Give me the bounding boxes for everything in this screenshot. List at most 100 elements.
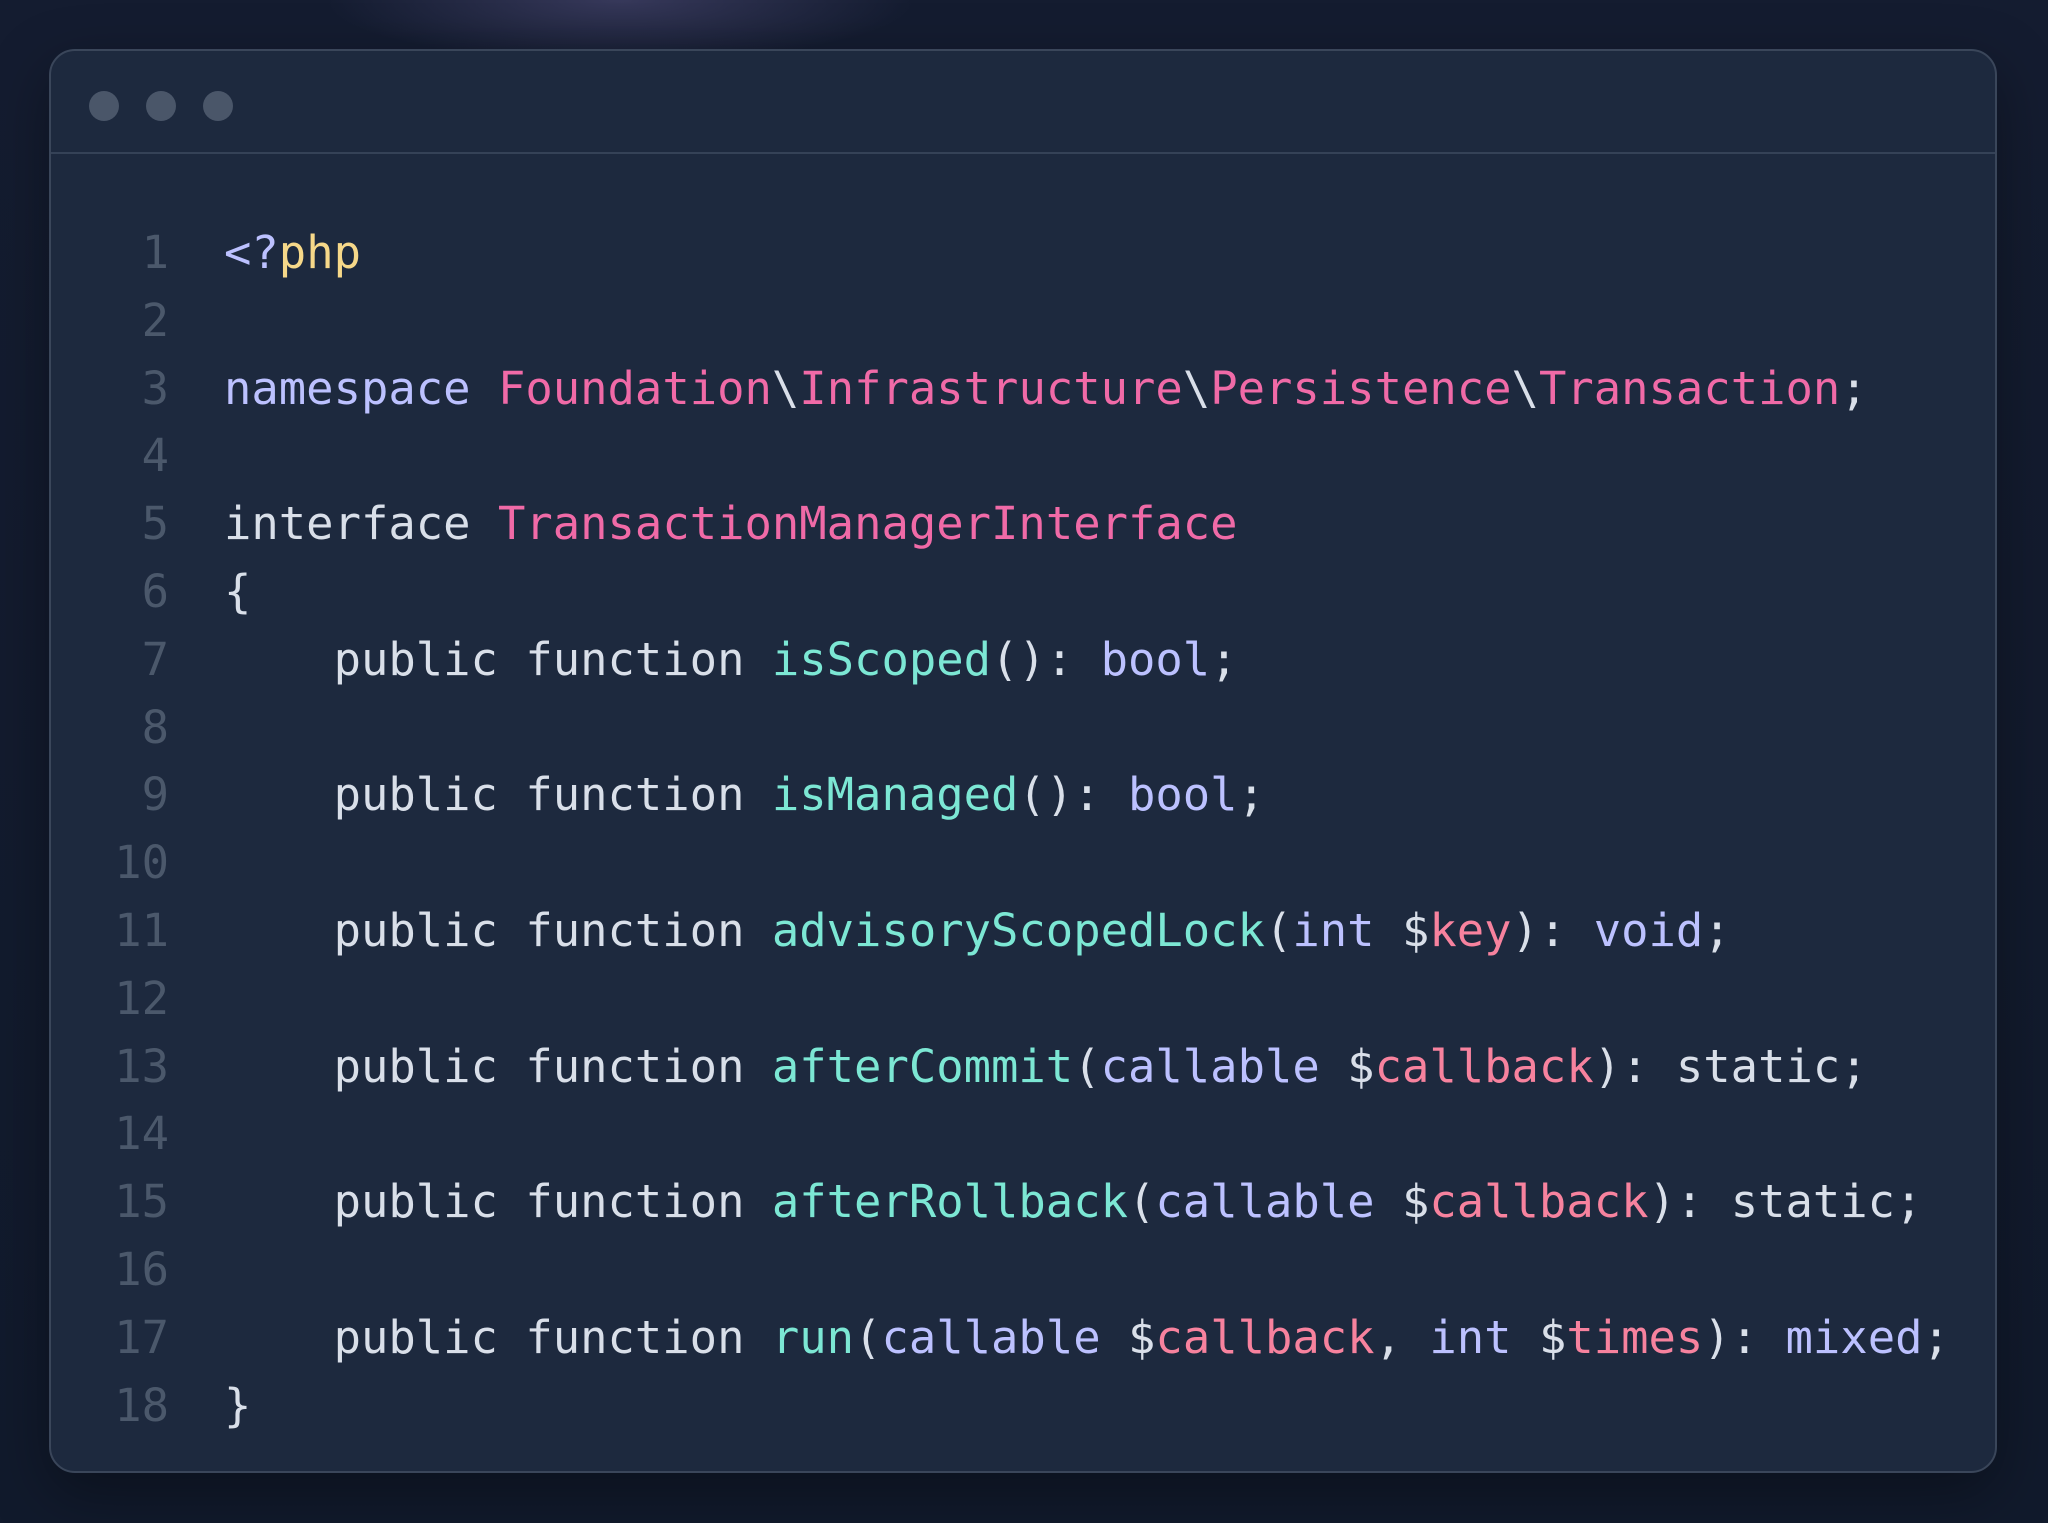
code-token-punc: (	[1128, 1175, 1156, 1229]
code-block[interactable]: 1 <?php 2 3 namespace Foundation\Infrastruct…	[51, 219, 1995, 1439]
line-number: 7	[141, 632, 169, 686]
code-line: 13 public function afterCommit(callable …	[51, 1033, 1995, 1101]
code-line: 18}	[51, 1372, 1995, 1440]
code-token-punc: ():	[991, 632, 1101, 686]
code-token-punc: ;	[1210, 632, 1238, 686]
code-token-punc: (	[1073, 1039, 1101, 1093]
code-token-fn: afterCommit	[771, 1039, 1074, 1093]
line-number: 4	[141, 429, 169, 483]
line-source: namespace Foundation\Infrastructure\Pers…	[224, 355, 1868, 423]
code-token-var: callback	[1155, 1310, 1375, 1364]
code-token-plain: public function	[224, 632, 772, 686]
code-token-punc: ): static;	[1648, 1175, 1923, 1229]
code-line: 1 <?php	[51, 219, 1995, 287]
code-line: 17 public function run(callable $callbac…	[51, 1304, 1995, 1372]
code-token-punc: (	[1264, 903, 1293, 957]
line-source: public function isManaged(): bool;	[224, 761, 1265, 829]
line-source: public function afterCommit(callable $ca…	[224, 1033, 1868, 1101]
code-token-fn: advisoryScopedLock	[771, 903, 1265, 957]
code-token-var: key	[1429, 903, 1512, 957]
window-control-dot-icon[interactable]	[146, 91, 176, 121]
code-token-var: callback	[1429, 1175, 1649, 1229]
code-token-punc: }	[224, 1378, 252, 1432]
code-line: 7 public function isScoped(): bool;	[51, 626, 1995, 694]
code-token-ns: Infrastructure	[799, 361, 1183, 415]
line-number: 8	[141, 700, 169, 754]
code-token-ns: Foundation	[497, 361, 772, 415]
code-token-php: php	[278, 226, 361, 279]
code-token-punc: ;	[1922, 1310, 1950, 1364]
code-token-fn: isManaged	[771, 768, 1019, 822]
code-token-ns: Persistence	[1210, 361, 1512, 415]
code-token-plain: public function	[224, 1175, 772, 1229]
code-token-punc: ): static;	[1593, 1039, 1868, 1093]
code-token-plain: interface	[224, 497, 471, 551]
line-source: {	[224, 558, 251, 626]
code-token-var: callback	[1374, 1039, 1594, 1093]
code-line: 12	[51, 965, 1995, 1033]
code-token-plain: $	[1374, 1175, 1430, 1229]
code-line: 8	[51, 694, 1995, 762]
window-titlebar	[51, 51, 1995, 154]
line-source: public function afterRollback(callable $…	[224, 1168, 1923, 1236]
line-number: 2	[141, 293, 169, 347]
window-control-dot-icon[interactable]	[203, 91, 233, 121]
line-source: }	[224, 1372, 251, 1440]
code-line: 15 public function afterRollback(callabl…	[51, 1168, 1995, 1236]
code-line: 14	[51, 1100, 1995, 1168]
code-token-plain: $	[1511, 1310, 1567, 1364]
code-token-punc: ,	[1374, 1310, 1430, 1364]
code-token-type: int	[1292, 903, 1375, 957]
code-line: 4	[51, 422, 1995, 490]
code-token-punc: ;	[1237, 768, 1265, 822]
code-token-type: callable	[881, 1310, 1101, 1364]
code-token-punc: {	[224, 564, 252, 618]
line-source: public function run(callable $callback, …	[224, 1304, 1950, 1372]
line-number: 6	[141, 564, 169, 618]
code-token-fn: run	[771, 1310, 855, 1364]
code-token-punc: ;	[1703, 903, 1731, 957]
code-token-tag: <?	[224, 226, 279, 279]
line-source: public function advisoryScopedLock(int $…	[224, 897, 1731, 965]
code-line: 3 namespace Foundation\Infrastructure\Per…	[51, 355, 1995, 423]
code-token-punc: ):	[1511, 903, 1594, 957]
code-token-plain: \	[1182, 361, 1211, 415]
code-token-type: callable	[1155, 1175, 1375, 1229]
code-token-punc: ;	[1840, 361, 1868, 415]
code-token-cls: TransactionManagerInterface	[497, 497, 1238, 551]
code-token-type: bool	[1128, 768, 1238, 822]
code-token-type: void	[1593, 903, 1704, 957]
code-token-type: int	[1429, 1310, 1512, 1364]
line-number: 3	[141, 361, 169, 415]
window-control-dot-icon[interactable]	[89, 91, 119, 121]
code-token-ns: Transaction	[1538, 361, 1841, 415]
code-token-punc: ():	[1018, 768, 1128, 822]
code-line: 16	[51, 1236, 1995, 1304]
code-token-plain: public function	[224, 1039, 772, 1093]
line-number: 1	[141, 226, 169, 279]
line-source: <?php	[224, 219, 361, 287]
code-token-plain: public function	[224, 768, 772, 822]
code-token-plain: $	[1319, 1039, 1375, 1093]
code-token-fn: isScoped	[771, 632, 992, 686]
code-token-plain: public function	[224, 903, 772, 957]
code-token-plain: public function	[224, 1310, 772, 1364]
line-number: 9	[141, 768, 169, 822]
line-number: 18	[114, 1378, 169, 1432]
code-token-fn: afterRollback	[771, 1175, 1128, 1229]
code-window: 1 <?php 2 3 namespace Foundation\Infrastruct…	[49, 49, 1997, 1473]
code-token-plain: \	[1511, 361, 1539, 415]
line-number: 12	[114, 971, 169, 1025]
code-token-var: times	[1566, 1310, 1704, 1364]
code-line: 2	[51, 287, 1995, 355]
code-token-kw: namespace	[224, 361, 471, 415]
code-token-plain: \	[771, 361, 800, 415]
line-source: interface TransactionManagerInterface	[224, 490, 1238, 558]
code-line: 9 public function isManaged(): bool;	[51, 761, 1995, 829]
line-number: 5	[141, 497, 169, 551]
line-number: 16	[114, 1242, 169, 1296]
code-line: 5 interface TransactionManagerInterface	[51, 490, 1995, 558]
code-line: 6{	[51, 558, 1995, 626]
